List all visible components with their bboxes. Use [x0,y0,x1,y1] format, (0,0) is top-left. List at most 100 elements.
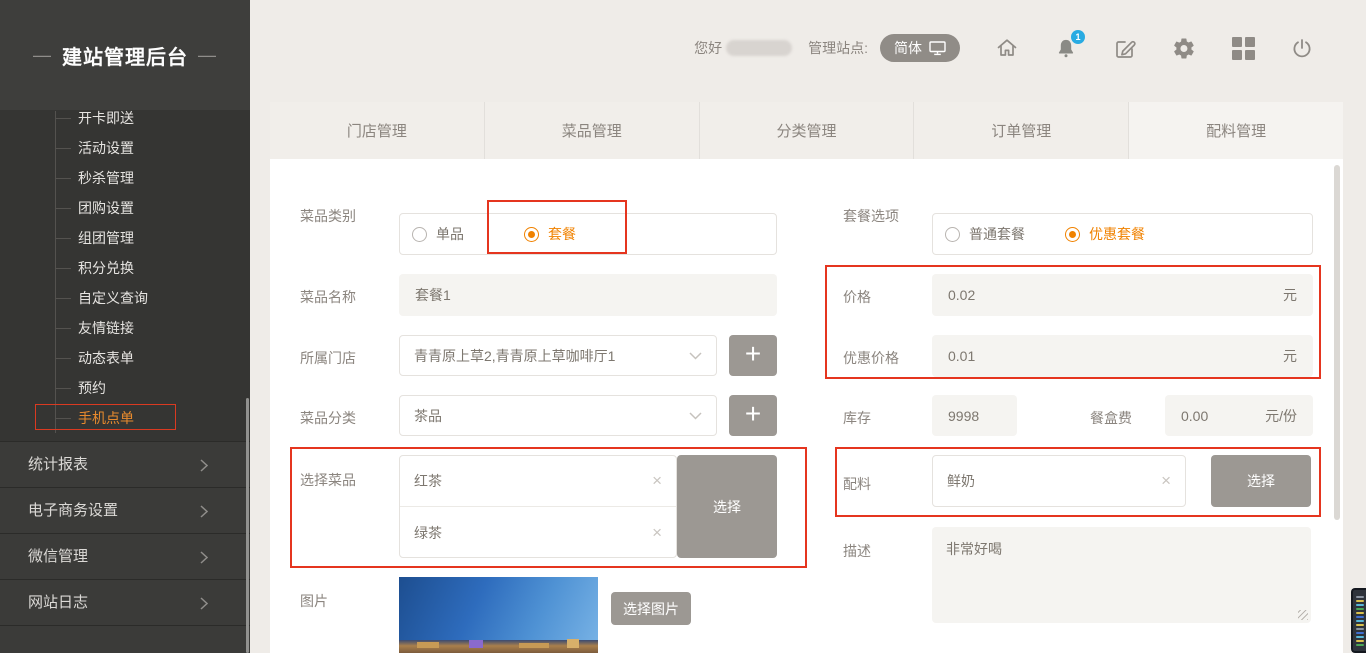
select-dishes-button[interactable]: 选择 [677,455,777,558]
add-dish-class-button[interactable]: + [729,395,777,436]
sidebar-item-customquery[interactable]: 自定义查询 [0,283,250,313]
selected-dish-name: 红茶 [414,471,442,491]
dish-name-label: 菜品名称 [300,287,356,307]
tab-ingredient-management[interactable]: 配料管理 [1129,102,1343,159]
tab-order-management[interactable]: 订单管理 [914,102,1129,159]
dish-name-value: 套餐1 [415,285,451,305]
monitor-icon [929,41,946,56]
sidebar-section-sitelog[interactable]: 网站日志 [0,579,250,625]
sidebar-section-wechat[interactable]: 微信管理 [0,533,250,579]
chevron-right-icon [200,597,208,610]
selected-dish-row: 红茶 × [400,456,676,507]
radio-discount-combo[interactable]: 优惠套餐 [1065,224,1145,244]
radio-single-dish[interactable]: 单品 [412,224,464,244]
store-select-value: 青青原上草2,青青原上草咖啡厅1 [414,346,615,366]
box-fee-input[interactable]: 0.00 元/份 [1165,395,1313,436]
radio-circle [945,227,960,242]
radio-circle [412,227,427,242]
corner-widget [1351,588,1366,653]
greeting-text: 您好 [694,38,722,58]
ingredient-input[interactable]: 鲜奶 × [932,455,1186,507]
tab-store-management[interactable]: 门店管理 [270,102,485,159]
content-scrollbar[interactable] [1334,165,1340,520]
store-select[interactable]: 青青原上草2,青青原上草咖啡厅1 [399,335,717,376]
remove-ingredient-icon[interactable]: × [1161,471,1171,491]
selected-dish-name: 绿茶 [414,523,442,543]
section-label: 电子商务设置 [28,502,118,519]
description-textarea[interactable]: 非常好喝 [932,527,1311,623]
notifications-bell-icon[interactable]: 1 [1054,36,1078,60]
image-label: 图片 [300,591,328,611]
stock-value: 9998 [948,408,979,424]
box-fee-unit: 元/份 [1265,406,1297,426]
price-input[interactable]: 0.02 元 [932,274,1313,316]
resize-grip[interactable] [1298,610,1308,620]
app-title: 建站管理后台 [62,41,188,70]
select-ingredient-button[interactable]: 选择 [1211,455,1311,507]
price-label: 价格 [843,287,871,307]
sidebar-item-booking[interactable]: 预约 [0,373,250,403]
radio-normal-combo[interactable]: 普通套餐 [945,224,1025,244]
management-tabs: 门店管理 菜品管理 分类管理 订单管理 配料管理 [270,102,1343,159]
selected-dishes-list: 红茶 × 绿茶 × [399,455,677,558]
photo-skyline [399,640,598,653]
sidebar-item-groupbuy[interactable]: 团购设置 [0,193,250,223]
notification-badge: 1 [1071,30,1085,44]
ingredient-value: 鲜奶 [947,471,975,491]
combo-option-group: 普通套餐 优惠套餐 [932,213,1313,255]
stock-input[interactable]: 9998 [932,395,1017,436]
radio-combo[interactable]: 套餐 [524,224,576,244]
dish-photo [399,577,598,653]
price-unit: 元 [1283,285,1297,305]
logo-dash-right: — [198,45,217,66]
radio-label: 普通套餐 [969,224,1025,244]
settings-gear-icon[interactable] [1172,36,1196,60]
discount-price-input[interactable]: 0.01 元 [932,335,1313,377]
apps-grid-icon[interactable] [1231,36,1255,60]
sidebar: — 建站管理后台 — 开卡即送 活动设置 秒杀管理 团购设置 组团管理 积分兑换… [0,0,250,653]
sidebar-item-activity[interactable]: 活动设置 [0,133,250,163]
radio-label: 套餐 [548,224,576,244]
sidebar-item-seckill[interactable]: 秒杀管理 [0,163,250,193]
tab-dish-management[interactable]: 菜品管理 [485,102,700,159]
plus-icon: + [745,400,761,428]
app-logo: — 建站管理后台 — [0,0,250,110]
select-dishes-label: 选择菜品 [300,470,356,490]
dish-class-label: 菜品分类 [300,408,356,428]
sidebar-sections: 统计报表 电子商务设置 微信管理 网站日志 [0,441,250,653]
sidebar-section-empty [0,625,250,653]
home-icon[interactable] [995,36,1019,60]
remove-dish-icon[interactable]: × [652,523,662,543]
discount-price-label: 优惠价格 [843,348,899,368]
tab-category-management[interactable]: 分类管理 [700,102,915,159]
select-image-button[interactable]: 选择图片 [611,592,691,625]
stock-label: 库存 [843,408,871,428]
add-store-button[interactable]: + [729,335,777,376]
dish-name-input[interactable]: 套餐1 [399,274,777,316]
sidebar-scrollbar[interactable] [246,398,249,653]
box-fee-value: 0.00 [1181,408,1208,424]
description-label: 描述 [843,541,871,561]
chevron-right-icon [200,551,208,564]
remove-dish-icon[interactable]: × [652,471,662,491]
sidebar-section-ecommerce[interactable]: 电子商务设置 [0,487,250,533]
section-label: 统计报表 [28,456,88,473]
chevron-right-icon [200,459,208,472]
sidebar-section-stats[interactable]: 统计报表 [0,441,250,487]
edit-icon[interactable] [1113,36,1137,60]
language-switch-button[interactable]: 简体 [880,34,960,62]
combo-option-label: 套餐选项 [843,206,899,226]
annotation-box-mobile-order [35,404,176,430]
box-fee-label: 餐盒费 [1090,408,1132,428]
top-header: 您好 管理站点: 简体 1 [250,0,1366,96]
sidebar-item-points[interactable]: 积分兑换 [0,253,250,283]
dish-class-select[interactable]: 茶品 [399,395,717,436]
chevron-right-icon [200,505,208,518]
radio-label: 单品 [436,224,464,244]
sidebar-item-dynamicform[interactable]: 动态表单 [0,343,250,373]
logout-power-icon[interactable] [1290,36,1314,60]
sidebar-item-groupmgmt[interactable]: 组团管理 [0,223,250,253]
chevron-down-icon [689,352,702,360]
sidebar-item-friendlinks[interactable]: 友情链接 [0,313,250,343]
dish-category-label: 菜品类别 [300,206,356,226]
